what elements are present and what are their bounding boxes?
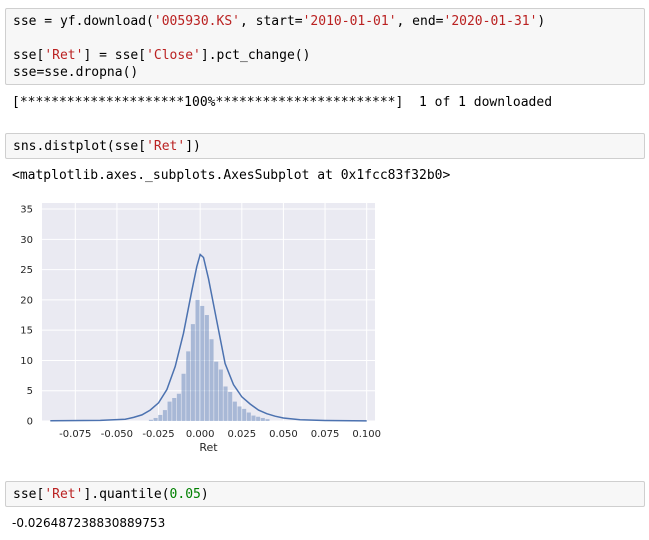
code-line: sse['Ret'].quantile(0.05) bbox=[13, 486, 637, 503]
x-axis-label: Ret bbox=[199, 441, 218, 454]
y-tick-label: 0 bbox=[27, 417, 33, 428]
code-token: ) bbox=[200, 487, 209, 502]
histogram-bar bbox=[158, 414, 163, 421]
y-tick-label: 25 bbox=[20, 265, 33, 276]
histogram-bar bbox=[186, 351, 191, 421]
code-token: , end= bbox=[396, 14, 444, 29]
code-token: sse=sse.dropna() bbox=[13, 65, 139, 80]
histogram-bar bbox=[162, 410, 167, 421]
x-tick-label: 0.025 bbox=[227, 429, 256, 440]
code-cell-quantile[interactable]: sse['Ret'].quantile(0.05) bbox=[5, 481, 645, 507]
x-tick-label: -0.050 bbox=[101, 429, 133, 440]
y-tick-label: 20 bbox=[20, 295, 33, 306]
x-tick-label: 0.100 bbox=[352, 429, 381, 440]
code-token: sse[ bbox=[13, 48, 45, 63]
histogram-bar bbox=[232, 401, 237, 421]
histogram-bar bbox=[181, 373, 186, 421]
histogram-bar bbox=[256, 416, 261, 421]
histogram-bar bbox=[204, 315, 209, 421]
code-cell-download[interactable]: sse = yf.download('005930.KS', start='20… bbox=[5, 8, 645, 85]
histogram-bar bbox=[172, 397, 177, 421]
y-tick-label: 35 bbox=[20, 205, 33, 216]
histogram-bar bbox=[195, 299, 200, 421]
x-tick-label: 0.000 bbox=[186, 429, 215, 440]
code-token: '005930.KS' bbox=[153, 14, 240, 29]
histogram-bar bbox=[214, 361, 219, 421]
histogram-bar bbox=[260, 417, 265, 421]
x-tick-label: 0.075 bbox=[311, 429, 340, 440]
code-token: ].pct_change() bbox=[200, 48, 311, 63]
code-token: '2010-01-01' bbox=[302, 14, 397, 29]
code-line: sse['Ret'] = sse['Close'].pct_change() bbox=[13, 47, 637, 64]
histogram-bar bbox=[223, 386, 228, 421]
histogram-bar bbox=[209, 339, 214, 421]
histogram-bar bbox=[176, 393, 181, 421]
histogram-svg: 0 5 10 15 20 25 30 35 -0.075 -0.050 -0.025 0.000 0.0… bbox=[20, 203, 381, 454]
histogram-bar bbox=[190, 324, 195, 421]
histogram-bar bbox=[153, 417, 158, 421]
code-token: ) bbox=[537, 14, 546, 29]
code-token: 'Ret' bbox=[44, 487, 84, 502]
code-token: sse = yf.download( bbox=[13, 14, 154, 29]
y-tick-label: 15 bbox=[20, 326, 33, 337]
code-cell-distplot[interactable]: sns.distplot(sse['Ret']) bbox=[5, 133, 645, 159]
histogram-bar bbox=[251, 415, 256, 421]
y-tick-label: 10 bbox=[20, 356, 33, 367]
histogram-bar bbox=[228, 391, 233, 421]
code-token: ]) bbox=[185, 139, 201, 154]
x-tick-label: -0.025 bbox=[142, 429, 174, 440]
quantile-output: -0.026487238830889753 bbox=[12, 516, 166, 530]
code-token: sns.distplot(sse[ bbox=[13, 139, 147, 154]
code-token: 'Ret' bbox=[146, 139, 186, 154]
code-token: 'Close' bbox=[146, 48, 201, 63]
code-token: 'Ret' bbox=[44, 48, 84, 63]
download-output: [*********************100%**************… bbox=[12, 95, 553, 110]
x-tick-label: -0.075 bbox=[59, 429, 91, 440]
histogram-bar bbox=[265, 419, 270, 421]
y-tick-label: 5 bbox=[27, 386, 33, 397]
histogram-bar bbox=[246, 412, 251, 421]
code-line: sse = yf.download('005930.KS', start='20… bbox=[13, 13, 637, 30]
histogram-bar bbox=[218, 369, 223, 421]
code-token: ] = sse[ bbox=[83, 48, 147, 63]
code-token: sse[ bbox=[13, 487, 45, 502]
histogram-bar bbox=[200, 305, 205, 421]
x-tick-label: 0.050 bbox=[269, 429, 298, 440]
histogram-bar bbox=[167, 401, 172, 421]
code-token: '2020-01-31' bbox=[443, 14, 538, 29]
code-line: sns.distplot(sse['Ret']) bbox=[13, 138, 637, 155]
code-line: sse=sse.dropna() bbox=[13, 64, 637, 81]
code-token: ].quantile( bbox=[83, 487, 170, 502]
y-tick-label: 30 bbox=[20, 235, 33, 246]
code-token: 0.05 bbox=[169, 487, 201, 502]
distplot-output: <matplotlib.axes._subplots.AxesSubplot a… bbox=[12, 168, 451, 183]
code-token: , start= bbox=[239, 14, 303, 29]
histogram-bar bbox=[237, 406, 242, 421]
histogram-chart: 0 5 10 15 20 25 30 35 -0.075 -0.050 -0.025 0.000 0.0… bbox=[0, 195, 400, 465]
histogram-bar bbox=[148, 419, 153, 421]
histogram-bar bbox=[242, 408, 247, 421]
